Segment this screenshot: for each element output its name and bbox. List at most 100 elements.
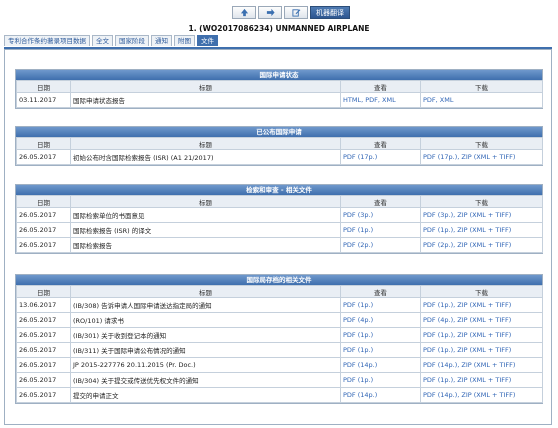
machine-translate-button[interactable]: 机器翻译 — [310, 6, 350, 19]
row-date: 26.05.2017 — [16, 312, 71, 328]
download-links[interactable]: PDF (1p.), ZIP (XML + TIFF) — [420, 372, 543, 388]
section-title: 检索和审查 - 相关文件 — [16, 185, 542, 195]
table-row: 03.11.2017 国际申请状态报告 HTML, PDF, XML PDF, … — [16, 92, 543, 108]
download-links[interactable]: PDF (3p.), ZIP (XML + TIFF) — [420, 207, 543, 223]
row-title: (IB/304) 关于提交或传送优先权文件的通知 — [70, 372, 341, 388]
tab-full-text[interactable]: 全文 — [92, 35, 113, 46]
view-links[interactable]: HTML, PDF, XML — [340, 92, 421, 108]
table-row: 26.05.2017 初始公布时含国际检索报告 (ISR) (A1 21/201… — [16, 149, 543, 165]
row-date: 26.05.2017 — [16, 357, 71, 373]
up-arrow-button[interactable] — [232, 6, 256, 19]
documents-panel: 国际申请状态 日期 标题 查看 下载 03.11.2017 国际申请状态报告 H… — [4, 49, 552, 425]
documents-table: 日期 标题 查看 下载 13.06.2017 (IB/308) 告诉申请人国际申… — [16, 285, 543, 403]
row-date: 03.11.2017 — [16, 92, 71, 108]
row-title: 国际检索报告 — [70, 237, 341, 253]
row-title: 国际检索单位的书面意见 — [70, 207, 341, 223]
section-title: 已公布国际申请 — [16, 127, 542, 137]
col-header-date: 日期 — [16, 137, 71, 150]
col-header-title: 标题 — [70, 195, 341, 208]
row-title: (IB/301) 关于收到登记本的通知 — [70, 327, 341, 343]
row-date: 26.05.2017 — [16, 387, 71, 403]
toolbar: 机器翻译 — [232, 6, 350, 21]
section-title: 国际局存档的相关文件 — [16, 275, 542, 285]
row-date: 26.05.2017 — [16, 237, 71, 253]
table-row: 26.05.2017 国际检索单位的书面意见 PDF (3p.) PDF (3p… — [16, 207, 543, 223]
download-links[interactable]: PDF (1p.), ZIP (XML + TIFF) — [420, 222, 543, 238]
view-links[interactable]: PDF (1p.) — [340, 342, 421, 358]
row-title: (IB/311) 关于国际申请公布情况的通知 — [70, 342, 341, 358]
download-links[interactable]: PDF (1p.), ZIP (XML + TIFF) — [420, 342, 543, 358]
view-links[interactable]: PDF (3p.) — [340, 207, 421, 223]
view-links[interactable]: PDF (1p.) — [340, 222, 421, 238]
row-title: (IB/308) 告诉申请人国际申请送达指定局的通知 — [70, 297, 341, 313]
table-row: 26.05.2017 JP 2015-227776 20.11.2015 (Pr… — [16, 357, 543, 373]
view-links[interactable]: PDF (14p.) — [340, 357, 421, 373]
tab-notices[interactable]: 通知 — [151, 35, 172, 46]
table-row: 26.05.2017 (IB/311) 关于国际申请公布情况的通知 PDF (1… — [16, 342, 543, 358]
row-date: 26.05.2017 — [16, 327, 71, 343]
download-links[interactable]: PDF (17p.), ZIP (XML + TIFF) — [420, 149, 543, 165]
section-ib-related-documents: 国际局存档的相关文件 日期 标题 查看 下载 13.06.2017 (IB/30… — [15, 274, 543, 404]
forward-arrow-button[interactable] — [258, 6, 282, 19]
col-header-download: 下载 — [420, 285, 543, 298]
row-title: (RO/101) 请求书 — [70, 312, 341, 328]
table-row: 26.05.2017 (RO/101) 请求书 PDF (4p.) PDF (4… — [16, 312, 543, 328]
col-header-view: 查看 — [340, 285, 421, 298]
col-header-view: 查看 — [340, 137, 421, 150]
section-published-application: 已公布国际申请 日期 标题 查看 下载 26.05.2017 初始公布时含国际检… — [15, 126, 543, 166]
table-header-row: 日期 标题 查看 下载 — [16, 285, 543, 298]
col-header-title: 标题 — [70, 80, 341, 93]
table-row: 26.05.2017 (IB/304) 关于提交或传送优先权文件的通知 PDF … — [16, 372, 543, 388]
view-links[interactable]: PDF (1p.) — [340, 372, 421, 388]
row-date: 26.05.2017 — [16, 207, 71, 223]
row-date: 26.05.2017 — [16, 149, 71, 165]
row-title: 国际检索报告 (ISR) 的译文 — [70, 222, 341, 238]
download-links[interactable]: PDF (4p.), ZIP (XML + TIFF) — [420, 312, 543, 328]
table-row: 13.06.2017 (IB/308) 告诉申请人国际申请送达指定局的通知 PD… — [16, 297, 543, 313]
download-links[interactable]: PDF (1p.), ZIP (XML + TIFF) — [420, 297, 543, 313]
view-links[interactable]: PDF (4p.) — [340, 312, 421, 328]
table-header-row: 日期 标题 查看 下载 — [16, 80, 543, 93]
row-date: 26.05.2017 — [16, 372, 71, 388]
col-header-view: 查看 — [340, 195, 421, 208]
table-header-row: 日期 标题 查看 下载 — [16, 195, 543, 208]
col-header-date: 日期 — [16, 195, 71, 208]
edit-icon — [291, 9, 300, 17]
forward-arrow-icon — [266, 8, 275, 17]
download-links[interactable]: PDF (1p.), ZIP (XML + TIFF) — [420, 327, 543, 343]
edit-button[interactable] — [284, 6, 308, 19]
row-title: 国际申请状态报告 — [70, 92, 341, 108]
download-links[interactable]: PDF, XML — [420, 92, 543, 108]
col-header-view: 查看 — [340, 80, 421, 93]
download-links[interactable]: PDF (14p.), ZIP (XML + TIFF) — [420, 387, 543, 403]
section-title: 国际申请状态 — [16, 70, 542, 80]
row-date: 26.05.2017 — [16, 342, 71, 358]
view-links[interactable]: PDF (2p.) — [340, 237, 421, 253]
tab-pct-bibliographic[interactable]: 专利合作条约著录项目数据 — [4, 35, 90, 46]
documents-table: 日期 标题 查看 下载 26.05.2017 初始公布时含国际检索报告 (ISR… — [16, 137, 543, 165]
download-links[interactable]: PDF (14p.), ZIP (XML + TIFF) — [420, 357, 543, 373]
row-date: 13.06.2017 — [16, 297, 71, 313]
col-header-title: 标题 — [70, 137, 341, 150]
col-header-download: 下载 — [420, 195, 543, 208]
tab-bar: 专利合作条约著录项目数据 全文 国家阶段 通知 附图 文件 — [4, 35, 552, 49]
col-header-download: 下载 — [420, 137, 543, 150]
col-header-title: 标题 — [70, 285, 341, 298]
tab-drawings[interactable]: 附图 — [174, 35, 195, 46]
section-search-and-examination: 检索和审查 - 相关文件 日期 标题 查看 下载 26.05.2017 国际检索… — [15, 184, 543, 254]
document-title: 1. (WO2017086234) UNMANNED AIRPLANE — [188, 24, 370, 33]
view-links[interactable]: PDF (1p.) — [340, 327, 421, 343]
table-row: 26.05.2017 提交的申请正文 PDF (14p.) PDF (14p.)… — [16, 387, 543, 403]
tab-national-phase[interactable]: 国家阶段 — [115, 35, 149, 46]
tab-documents[interactable]: 文件 — [197, 35, 218, 46]
download-links[interactable]: PDF (2p.), ZIP (XML + TIFF) — [420, 237, 543, 253]
view-links[interactable]: PDF (17p.) — [340, 149, 421, 165]
view-links[interactable]: PDF (14p.) — [340, 387, 421, 403]
row-date: 26.05.2017 — [16, 222, 71, 238]
documents-table: 日期 标题 查看 下载 26.05.2017 国际检索单位的书面意见 PDF (… — [16, 195, 543, 253]
col-header-date: 日期 — [16, 285, 71, 298]
table-row: 26.05.2017 (IB/301) 关于收到登记本的通知 PDF (1p.)… — [16, 327, 543, 343]
view-links[interactable]: PDF (1p.) — [340, 297, 421, 313]
row-title: JP 2015-227776 20.11.2015 (Pr. Doc.) — [70, 357, 341, 373]
row-title: 提交的申请正文 — [70, 387, 341, 403]
